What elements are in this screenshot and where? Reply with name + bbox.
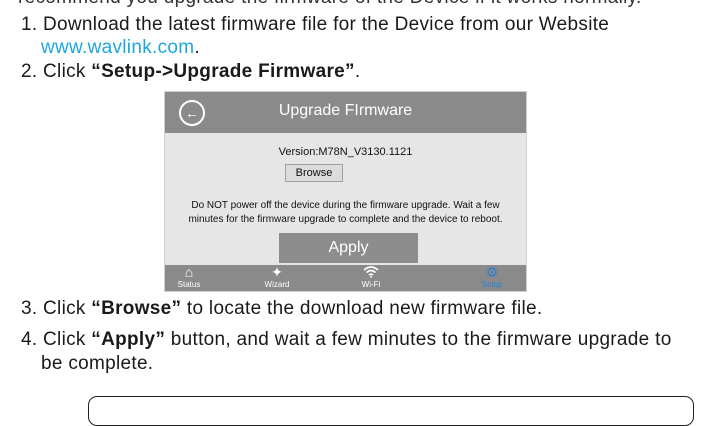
step-4: 4. Click “Apply” button, and wait a few …: [21, 329, 672, 350]
nav-status[interactable]: ⌂ Status: [165, 265, 213, 291]
apply-button[interactable]: Apply: [279, 233, 418, 263]
cut-off-text: recommend you upgrade the firmware of th…: [18, 0, 642, 9]
browse-button[interactable]: Browse: [285, 164, 343, 182]
nav-wifi[interactable]: Wi-Fi: [347, 265, 395, 291]
firmware-version: Version:M78N_V3130.1121: [278, 146, 413, 158]
step-1-continued: www.wavlink.com.: [41, 37, 200, 58]
step-1: 1. Download the latest firmware file for…: [21, 14, 609, 36]
note-box: [88, 396, 694, 426]
magic-wand-icon: ✦: [271, 264, 283, 280]
step-3-browse: “Browse”: [91, 298, 182, 319]
step-3: 3. Click “Browse” to locate the download…: [21, 298, 543, 319]
house-icon: ⌂: [184, 264, 194, 280]
nav-setup[interactable]: ⚙ Setup: [468, 265, 516, 291]
step-2-menu-path: “Setup->Upgrade Firmware”: [91, 61, 355, 82]
wifi-icon: [347, 265, 395, 280]
screen-title: Upgrade FIrmware: [278, 102, 413, 119]
screen-header: ← Upgrade FIrmware: [165, 92, 526, 133]
upgrade-warning: Do NOT power off the device during the f…: [188, 200, 503, 225]
bottom-nav: ⌂ Status ✦ Wizard Wi-Fi ⚙ Setup: [165, 265, 526, 291]
nav-wizard[interactable]: ✦ Wizard: [253, 265, 301, 291]
website-link[interactable]: www.wavlink.com: [41, 37, 194, 58]
step-4-continued: be complete.: [41, 353, 154, 374]
step-2: 2. Click “Setup->Upgrade Firmware”.: [21, 61, 361, 82]
gear-icon: ⚙: [485, 264, 499, 280]
firmware-upgrade-screen: ← Upgrade FIrmware Version:M78N_V3130.11…: [164, 91, 527, 292]
step-4-apply: “Apply”: [91, 329, 166, 350]
step-1-text: 1. Download the latest firmware file for…: [21, 14, 610, 35]
